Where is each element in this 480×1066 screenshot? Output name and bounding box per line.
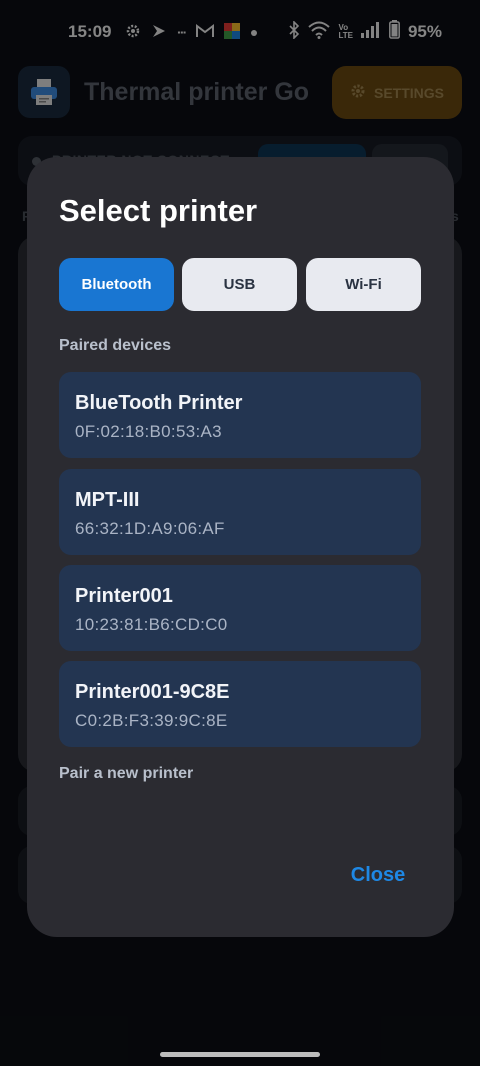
connection-tabs: Bluetooth USB Wi-Fi bbox=[59, 258, 421, 311]
close-button[interactable]: Close bbox=[333, 855, 423, 895]
tab-bluetooth[interactable]: Bluetooth bbox=[59, 258, 174, 311]
device-item[interactable]: Printer001 10:23:81:B6:CD:C0 bbox=[59, 565, 421, 651]
tab-usb[interactable]: USB bbox=[182, 258, 297, 311]
device-mac: 0F:02:18:B0:53:A3 bbox=[75, 422, 222, 441]
device-item[interactable]: BlueTooth Printer 0F:02:18:B0:53:A3 bbox=[59, 372, 421, 458]
pair-new-printer-label[interactable]: Pair a new printer bbox=[59, 765, 193, 783]
select-printer-dialog: Select printer Bluetooth USB Wi-Fi Paire… bbox=[27, 157, 454, 937]
device-name: Printer001-9C8E bbox=[75, 681, 230, 703]
device-mac: C0:2B:F3:39:9C:8E bbox=[75, 711, 228, 730]
dialog-title: Select printer bbox=[59, 193, 258, 228]
tab-wifi[interactable]: Wi-Fi bbox=[306, 258, 421, 311]
device-name: MPT-III bbox=[75, 489, 140, 511]
device-mac: 66:32:1D:A9:06:AF bbox=[75, 519, 225, 538]
navigation-handle[interactable] bbox=[160, 1052, 320, 1057]
device-name: BlueTooth Printer bbox=[75, 392, 243, 414]
device-name: Printer001 bbox=[75, 585, 173, 607]
device-item[interactable]: MPT-III 66:32:1D:A9:06:AF bbox=[59, 469, 421, 555]
device-item[interactable]: Printer001-9C8E C0:2B:F3:39:9C:8E bbox=[59, 661, 421, 747]
paired-devices-label: Paired devices bbox=[59, 337, 172, 354]
device-mac: 10:23:81:B6:CD:C0 bbox=[75, 615, 228, 634]
